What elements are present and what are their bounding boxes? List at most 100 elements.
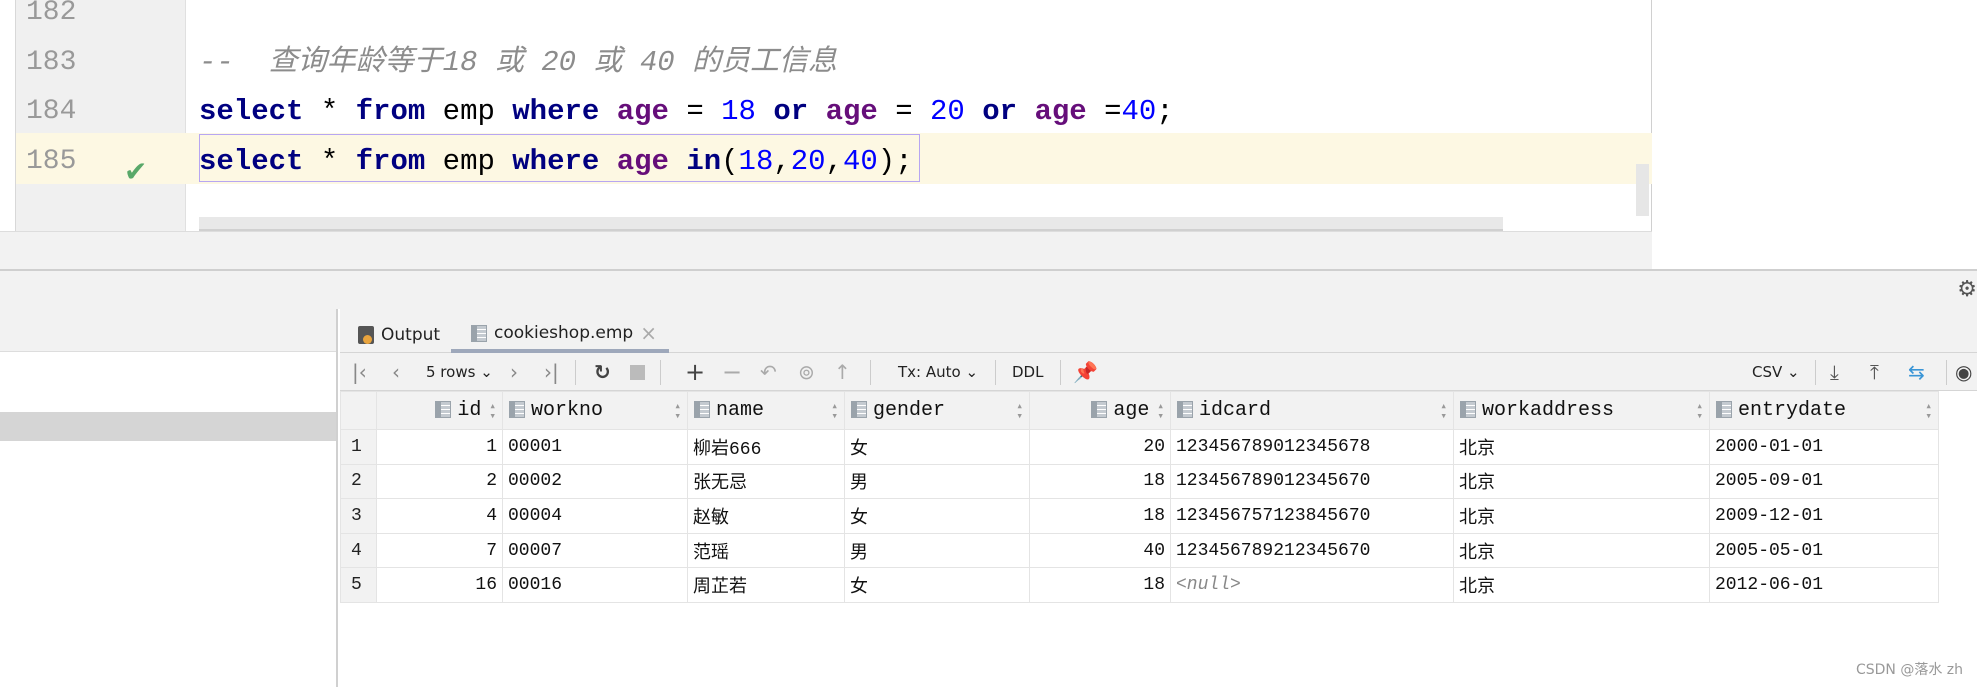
sort-icon[interactable]: ▴ ▾ — [674, 401, 681, 422]
cell-entrydate[interactable]: 2005-05-01 — [1709, 532, 1939, 569]
sort-icon[interactable]: ▴ ▾ — [1157, 401, 1164, 422]
code-line[interactable]: -- 查询年龄等于18 或 20 或 40 的员工信息 — [199, 38, 837, 88]
cell-entrydate[interactable]: 2012-06-01 — [1709, 567, 1939, 603]
cell-workno[interactable]: 00001 — [502, 429, 688, 465]
column-icon — [694, 401, 710, 419]
code-token: select — [199, 95, 304, 128]
code-token: = — [877, 95, 931, 128]
code-token: age — [616, 95, 669, 128]
column-header-idcard[interactable]: idcard ▴ ▾ — [1170, 391, 1454, 430]
sort-icon[interactable]: ▴ ▾ — [1440, 401, 1447, 422]
revert-icon[interactable]: ↶ — [760, 353, 777, 391]
cell-name[interactable]: 周芷若 — [687, 567, 845, 603]
cell-idcard[interactable]: 123456757123845670 — [1170, 498, 1454, 534]
sort-icon[interactable]: ▴ ▾ — [831, 401, 838, 422]
sort-icon[interactable]: ▴ ▾ — [1696, 401, 1703, 422]
column-header-entrydate[interactable]: entrydate ▴ ▾ — [1709, 391, 1939, 430]
compare-icon[interactable]: ⇆ — [1908, 353, 1925, 391]
cell-workaddress[interactable]: 北京 — [1453, 463, 1710, 500]
tree-selected-row[interactable] — [0, 412, 336, 441]
cell-age[interactable]: 18 — [1029, 463, 1171, 500]
code-token: emp — [425, 95, 513, 128]
cell-gender[interactable]: 男 — [844, 532, 1030, 569]
code-line[interactable]: select * from emp where age in(18,20,40)… — [199, 137, 913, 187]
export-format-dropdown[interactable]: CSV ⌄ — [1752, 353, 1800, 391]
first-page-icon[interactable]: |‹ — [352, 353, 367, 391]
column-header-age[interactable]: age ▴ ▾ — [1029, 391, 1171, 430]
cell-id[interactable]: 1 — [376, 429, 503, 465]
cell-name[interactable]: 范瑶 — [687, 532, 845, 569]
cell-id[interactable]: 2 — [376, 463, 503, 500]
table-row[interactable]: 1 1 00001 柳岩666 女 20 123456789012345678 北京 2000-… — [340, 429, 1939, 465]
column-header-id[interactable]: id ▴ ▾ — [376, 391, 503, 430]
view-query-icon[interactable]: ⊚ — [798, 353, 815, 391]
tx-mode-dropdown[interactable]: Tx: Auto ⌄ — [898, 353, 978, 391]
download-icon[interactable]: ⤓ — [1830, 353, 1839, 391]
cell-id[interactable]: 4 — [376, 498, 503, 534]
cell-workaddress[interactable]: 北京 — [1453, 532, 1710, 569]
tab-output[interactable]: Output — [358, 317, 440, 353]
sort-icon[interactable]: ▴ ▾ — [489, 401, 496, 422]
table-row[interactable]: 4 7 00007 范瑶男 40 123456789212345670 北京 2005-05-… — [340, 532, 1939, 569]
table-row[interactable]: 3 4 00004 赵敏女 18 123456757123845670 北京 2009-12-… — [340, 498, 1939, 534]
horizontal-scrollbar[interactable] — [199, 217, 1503, 231]
cell-id[interactable]: 7 — [376, 532, 503, 569]
cell-name[interactable]: 张无忌 — [687, 463, 845, 500]
vertical-scrollbar[interactable] — [1636, 164, 1649, 216]
table-row[interactable]: 2 2 00002 张无忌男 18 123456789012345670 北京 2005-09… — [340, 463, 1939, 500]
tab-cookieshop-emp[interactable]: cookieshop.emp × — [451, 317, 669, 353]
code-line[interactable]: select * from emp where age = 18 or age … — [199, 87, 1174, 137]
cell-age[interactable]: 40 — [1029, 532, 1171, 569]
eye-icon[interactable]: ◉ — [1955, 353, 1972, 391]
close-icon[interactable]: × — [640, 321, 657, 345]
cell-age[interactable]: 18 — [1029, 567, 1171, 603]
delete-row-icon[interactable]: − — [722, 353, 742, 391]
cell-gender[interactable]: 女 — [844, 429, 1030, 465]
gear-icon[interactable]: ⚙ — [1957, 277, 1977, 302]
ddl-button[interactable]: DDL — [1012, 353, 1043, 391]
cell-workno[interactable]: 00004 — [502, 498, 688, 534]
cell-workno[interactable]: 00007 — [502, 532, 688, 569]
add-row-icon[interactable]: + — [685, 353, 705, 391]
cell-idcard[interactable]: <null> — [1170, 567, 1454, 603]
column-header-workaddress[interactable]: workaddress ▴ ▾ — [1453, 391, 1710, 430]
cell-workaddress[interactable]: 北京 — [1453, 567, 1710, 603]
cell-id[interactable]: 16 — [376, 567, 503, 603]
cell-workaddress[interactable]: 北京 — [1453, 429, 1710, 465]
tab-label: Output — [381, 325, 441, 345]
previous-page-icon[interactable]: ‹ — [392, 353, 400, 391]
sort-icon[interactable]: ▴ ▾ — [1016, 401, 1023, 422]
cell-age[interactable]: 18 — [1029, 498, 1171, 534]
code-token: , — [825, 144, 843, 178]
chevron-down-icon: ⌄ — [965, 363, 979, 381]
cell-workno[interactable]: 00016 — [502, 567, 688, 603]
upload-icon[interactable]: ⤒ — [1870, 353, 1879, 391]
cell-age[interactable]: 20 — [1029, 429, 1171, 465]
column-header-name[interactable]: name ▴ ▾ — [687, 391, 845, 430]
refresh-icon[interactable]: ↻ — [594, 353, 611, 391]
cell-workno[interactable]: 00002 — [502, 463, 688, 500]
stop-icon[interactable] — [630, 353, 645, 391]
cell-idcard[interactable]: 123456789012345670 — [1170, 463, 1454, 500]
code-token: 20 — [790, 144, 826, 178]
cell-gender[interactable]: 女 — [844, 498, 1030, 534]
cell-idcard[interactable]: 123456789212345670 — [1170, 532, 1454, 569]
submit-icon[interactable]: ↑ — [834, 353, 851, 391]
table-row[interactable]: 5 16 00016 周芷若女 18 <null> 北京 2012-06-01 — [340, 567, 1939, 603]
pin-icon[interactable]: 📌 — [1073, 353, 1098, 391]
cell-entrydate[interactable]: 2000-01-01 — [1709, 429, 1939, 465]
cell-entrydate[interactable]: 2009-12-01 — [1709, 498, 1939, 534]
cell-name[interactable]: 赵敏 — [687, 498, 845, 534]
column-header-workno[interactable]: workno ▴ ▾ — [502, 391, 688, 430]
next-page-icon[interactable]: › — [510, 353, 518, 391]
cell-entrydate[interactable]: 2005-09-01 — [1709, 463, 1939, 500]
cell-gender[interactable]: 男 — [844, 463, 1030, 500]
column-header-gender[interactable]: gender ▴ ▾ — [844, 391, 1030, 430]
cell-idcard[interactable]: 123456789012345678 — [1170, 429, 1454, 465]
cell-gender[interactable]: 女 — [844, 567, 1030, 603]
rows-dropdown[interactable]: 5 rows ⌄ — [426, 353, 493, 391]
last-page-icon[interactable]: ›| — [544, 353, 559, 391]
sort-icon[interactable]: ▴ ▾ — [1925, 401, 1932, 422]
cell-workaddress[interactable]: 北京 — [1453, 498, 1710, 534]
cell-name[interactable]: 柳岩666 — [687, 429, 845, 465]
